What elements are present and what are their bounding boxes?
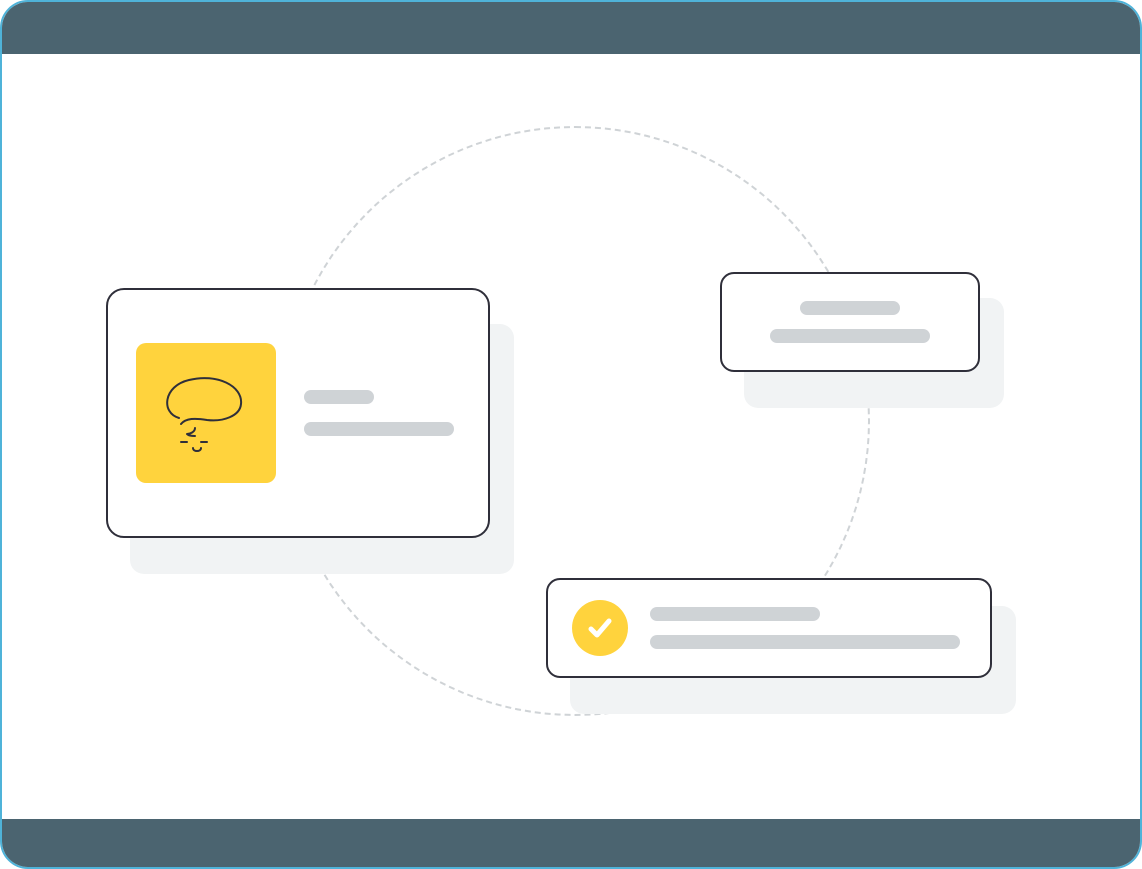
check-card: [546, 578, 992, 678]
placeholder-line: [800, 301, 900, 315]
avatar-thumbnail: [136, 343, 276, 483]
check-text-placeholder: [650, 607, 966, 649]
placeholder-line: [650, 607, 820, 621]
profile-card: [106, 288, 490, 538]
profile-text-placeholder: [304, 390, 454, 436]
placeholder-line: [304, 422, 454, 436]
placeholder-line: [304, 390, 374, 404]
check-badge: [572, 600, 628, 656]
checkmark-icon: [585, 613, 615, 643]
illustration-canvas: [2, 54, 1140, 819]
rounded-frame: [0, 0, 1142, 869]
header-bar: [2, 2, 1140, 54]
placeholder-line: [650, 635, 960, 649]
brain-face-icon: [151, 358, 261, 468]
small-card: [720, 272, 980, 372]
placeholder-line: [770, 329, 930, 343]
footer-bar: [2, 819, 1140, 867]
